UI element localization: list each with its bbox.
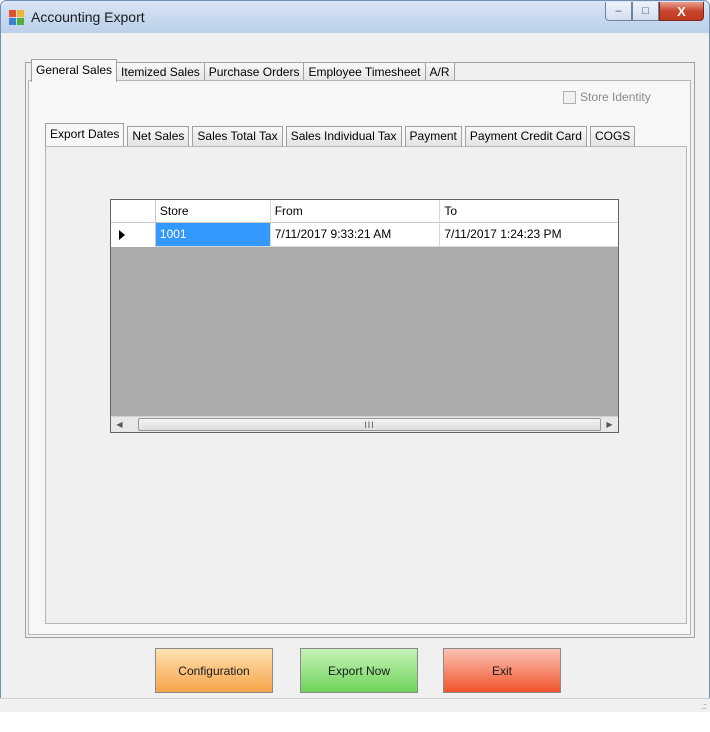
close-icon: X: [677, 3, 686, 19]
resize-grip-icon[interactable]: .::: [701, 701, 706, 711]
tab-general-sales[interactable]: General Sales: [31, 59, 118, 82]
checkbox-box[interactable]: [563, 90, 576, 104]
current-row-icon: [119, 230, 125, 240]
title-bar[interactable]: Accounting Export – □ X: [1, 1, 709, 33]
tab-itemized-sales[interactable]: Itemized Sales: [116, 62, 205, 82]
maximize-icon: □: [642, 5, 649, 17]
horizontal-scrollbar[interactable]: ◀ III ▶: [111, 416, 618, 432]
column-header-store[interactable]: Store: [156, 200, 271, 223]
store-identity-checkbox[interactable]: Store Identity: [563, 90, 651, 104]
app-icon: [9, 10, 25, 26]
column-header-from[interactable]: From: [271, 200, 441, 223]
store-identity-label: Store Identity: [580, 90, 651, 104]
tab-export-dates[interactable]: Export Dates: [45, 123, 125, 146]
tab-employee-timesheet[interactable]: Employee Timesheet: [303, 62, 426, 82]
main-tab-bar: General Sales Itemized Sales Purchase Or…: [31, 59, 455, 82]
column-header-to[interactable]: To: [440, 200, 618, 223]
sub-tab-bar: Export Dates Net Sales Sales Total Tax S…: [45, 123, 636, 146]
scroll-left-icon[interactable]: ◀: [111, 417, 128, 433]
export-dates-grid[interactable]: Store From To 1001 7/11/2017 9:33:21 AM …: [110, 199, 619, 433]
minimize-icon: –: [615, 5, 622, 17]
exit-button[interactable]: Exit: [443, 648, 561, 693]
grid-header: Store From To: [111, 200, 618, 223]
maximize-button[interactable]: □: [632, 2, 659, 21]
cell-from[interactable]: 7/11/2017 9:33:21 AM: [270, 223, 441, 247]
scroll-thumb-grip: III: [364, 419, 375, 430]
tab-cogs[interactable]: COGS: [589, 126, 636, 146]
scroll-thumb[interactable]: III: [138, 418, 601, 431]
scroll-right-icon[interactable]: ▶: [601, 417, 618, 433]
window-title: Accounting Export: [31, 9, 145, 25]
grid-corner-header[interactable]: [111, 200, 156, 222]
tab-sales-total-tax[interactable]: Sales Total Tax: [192, 126, 283, 146]
tab-payment[interactable]: Payment: [404, 126, 462, 146]
exit-label: Exit: [491, 663, 512, 678]
tab-ar[interactable]: A/R: [424, 62, 455, 82]
configuration-button[interactable]: Configuration: [155, 648, 273, 693]
close-button[interactable]: X: [659, 2, 704, 21]
tab-sales-individual-tax[interactable]: Sales Individual Tax: [285, 126, 402, 146]
tab-purchase-orders[interactable]: Purchase Orders: [203, 62, 305, 82]
cell-to[interactable]: 7/11/2017 1:24:23 PM: [440, 223, 618, 247]
tab-net-sales[interactable]: Net Sales: [127, 126, 190, 146]
minimize-button[interactable]: –: [605, 2, 632, 21]
cell-store[interactable]: 1001: [155, 223, 271, 247]
configuration-label: Configuration: [178, 663, 250, 678]
export-now-label: Export Now: [327, 663, 391, 678]
row-header[interactable]: [111, 223, 156, 247]
tab-payment-credit-card[interactable]: Payment Credit Card: [464, 126, 587, 146]
status-bar: .::: [0, 698, 710, 712]
table-row[interactable]: 1001 7/11/2017 9:33:21 AM 7/11/2017 1:24…: [111, 223, 618, 247]
export-now-button[interactable]: Export Now: [300, 648, 418, 693]
